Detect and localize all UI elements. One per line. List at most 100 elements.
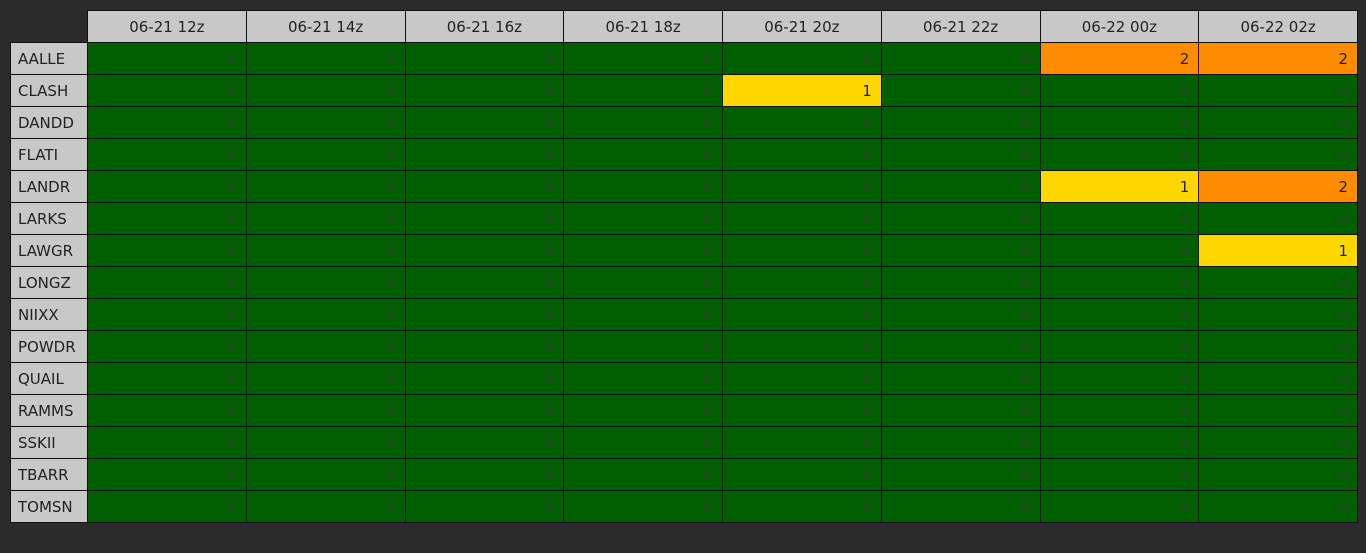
grid-cell: 0 — [1039, 202, 1200, 235]
table-row: LONGZ 0 0 0 0 0 0 0 0 — [10, 266, 1358, 299]
grid-cell: 0 — [404, 330, 565, 363]
table-row: FLATI 0 0 0 0 0 0 0 0 — [10, 138, 1358, 171]
grid-cell: 0 — [87, 298, 247, 331]
grid-cell: 0 — [87, 74, 247, 107]
grid-cell: 0 — [880, 74, 1041, 107]
grid-cell: 0 — [563, 490, 723, 523]
grid-cell: 0 — [404, 362, 565, 395]
grid-cell: 0 — [563, 330, 723, 363]
grid-cell: 0 — [722, 394, 882, 427]
grid-cell: 0 — [404, 42, 565, 75]
row-header: POWDR — [10, 330, 88, 363]
grid-cell: 0 — [880, 298, 1041, 331]
grid-cell: 0 — [1198, 266, 1358, 299]
grid-header: 06-21 12z 06-21 14z 06-21 16z 06-21 18z 06-2… — [10, 10, 1358, 43]
grid-cell: 0 — [87, 138, 247, 171]
grid-cell: 0 — [87, 106, 247, 139]
table-row: TOMSN 0 0 0 0 0 0 0 0 — [10, 490, 1358, 523]
grid-cell: 0 — [563, 394, 723, 427]
grid-cell: 2 — [1198, 42, 1358, 75]
grid-cell: 0 — [87, 458, 247, 491]
grid-cell: 0 — [880, 330, 1041, 363]
grid-cell: 0 — [1039, 106, 1200, 139]
grid-cell: 0 — [404, 202, 565, 235]
column-header: 06-21 20z — [722, 10, 882, 43]
grid-cell: 0 — [245, 106, 406, 139]
grid-cell: 0 — [87, 234, 247, 267]
column-header: 06-21 16z — [404, 10, 565, 43]
grid-cell: 0 — [1198, 362, 1358, 395]
grid-cell: 1 — [1198, 234, 1358, 267]
table-row: POWDR 0 0 0 0 0 0 0 0 — [10, 330, 1358, 363]
row-header: QUAIL — [10, 362, 88, 395]
grid-cell: 0 — [87, 362, 247, 395]
table-row: DANDD 0 0 0 0 0 0 0 0 — [10, 106, 1358, 139]
grid-cell: 0 — [1198, 330, 1358, 363]
grid-cell: 0 — [563, 458, 723, 491]
grid-cell: 0 — [245, 74, 406, 107]
table-row: LARKS 0 0 0 0 0 0 0 0 — [10, 202, 1358, 235]
corner-cell — [10, 10, 88, 43]
grid-cell: 0 — [722, 490, 882, 523]
grid-cell: 0 — [245, 458, 406, 491]
grid-cell: 0 — [245, 426, 406, 459]
grid-cell: 0 — [1039, 330, 1200, 363]
column-header: 06-22 00z — [1039, 10, 1200, 43]
grid-cell: 0 — [245, 330, 406, 363]
row-header: FLATI — [10, 138, 88, 171]
grid-cell: 0 — [1039, 266, 1200, 299]
row-header: TBARR — [10, 458, 88, 491]
grid-cell: 0 — [404, 74, 565, 107]
grid-cell: 0 — [722, 426, 882, 459]
grid-cell: 0 — [404, 170, 565, 203]
table-row: QUAIL 0 0 0 0 0 0 0 0 — [10, 362, 1358, 395]
grid-cell: 0 — [880, 234, 1041, 267]
row-header: SSKII — [10, 426, 88, 459]
column-header: 06-21 18z — [563, 10, 723, 43]
grid-cell: 0 — [245, 202, 406, 235]
grid-cell: 0 — [880, 362, 1041, 395]
grid-cell: 0 — [722, 234, 882, 267]
table-row: AALLE 0 0 0 0 0 0 2 2 — [10, 42, 1358, 75]
grid-cell: 0 — [1198, 74, 1358, 107]
grid-cell: 0 — [1198, 202, 1358, 235]
grid-cell: 0 — [87, 266, 247, 299]
grid-cell: 0 — [563, 426, 723, 459]
row-header: NIIXX — [10, 298, 88, 331]
grid-cell: 0 — [563, 106, 723, 139]
grid-cell: 0 — [245, 42, 406, 75]
forecast-grid: 06-21 12z 06-21 14z 06-21 16z 06-21 18z 06-2… — [10, 10, 1358, 523]
grid-cell: 0 — [404, 298, 565, 331]
grid-cell: 0 — [1198, 490, 1358, 523]
grid-cell: 0 — [563, 266, 723, 299]
grid-cell: 0 — [880, 170, 1041, 203]
grid-cell: 0 — [87, 202, 247, 235]
grid-cell: 0 — [880, 394, 1041, 427]
grid-cell: 0 — [880, 106, 1041, 139]
row-header: LANDR — [10, 170, 88, 203]
grid-cell: 0 — [722, 42, 882, 75]
grid-cell: 0 — [880, 266, 1041, 299]
grid-cell: 0 — [87, 394, 247, 427]
grid-cell: 0 — [404, 426, 565, 459]
row-header: RAMMS — [10, 394, 88, 427]
grid-cell: 0 — [1039, 458, 1200, 491]
header-row: 06-21 12z 06-21 14z 06-21 16z 06-21 18z 06-2… — [10, 10, 1358, 43]
grid-cell: 0 — [404, 266, 565, 299]
grid-cell: 0 — [1039, 234, 1200, 267]
grid-body: AALLE 0 0 0 0 0 0 2 2 CLASH 0 0 0 0 1 0 0 0 DANDD 0 0 0 0 0 0 0 0 F… — [10, 42, 1358, 523]
table-row: CLASH 0 0 0 0 1 0 0 0 — [10, 74, 1358, 107]
grid-cell: 0 — [87, 330, 247, 363]
row-header: LAWGR — [10, 234, 88, 267]
grid-cell: 0 — [1039, 74, 1200, 107]
grid-cell: 0 — [722, 362, 882, 395]
grid-cell: 0 — [563, 138, 723, 171]
grid-cell: 0 — [563, 362, 723, 395]
grid-cell: 0 — [722, 170, 882, 203]
grid-cell: 0 — [1198, 426, 1358, 459]
grid-cell: 0 — [880, 138, 1041, 171]
grid-cell: 0 — [245, 362, 406, 395]
grid-cell: 0 — [563, 170, 723, 203]
grid-cell: 0 — [87, 426, 247, 459]
row-header: DANDD — [10, 106, 88, 139]
